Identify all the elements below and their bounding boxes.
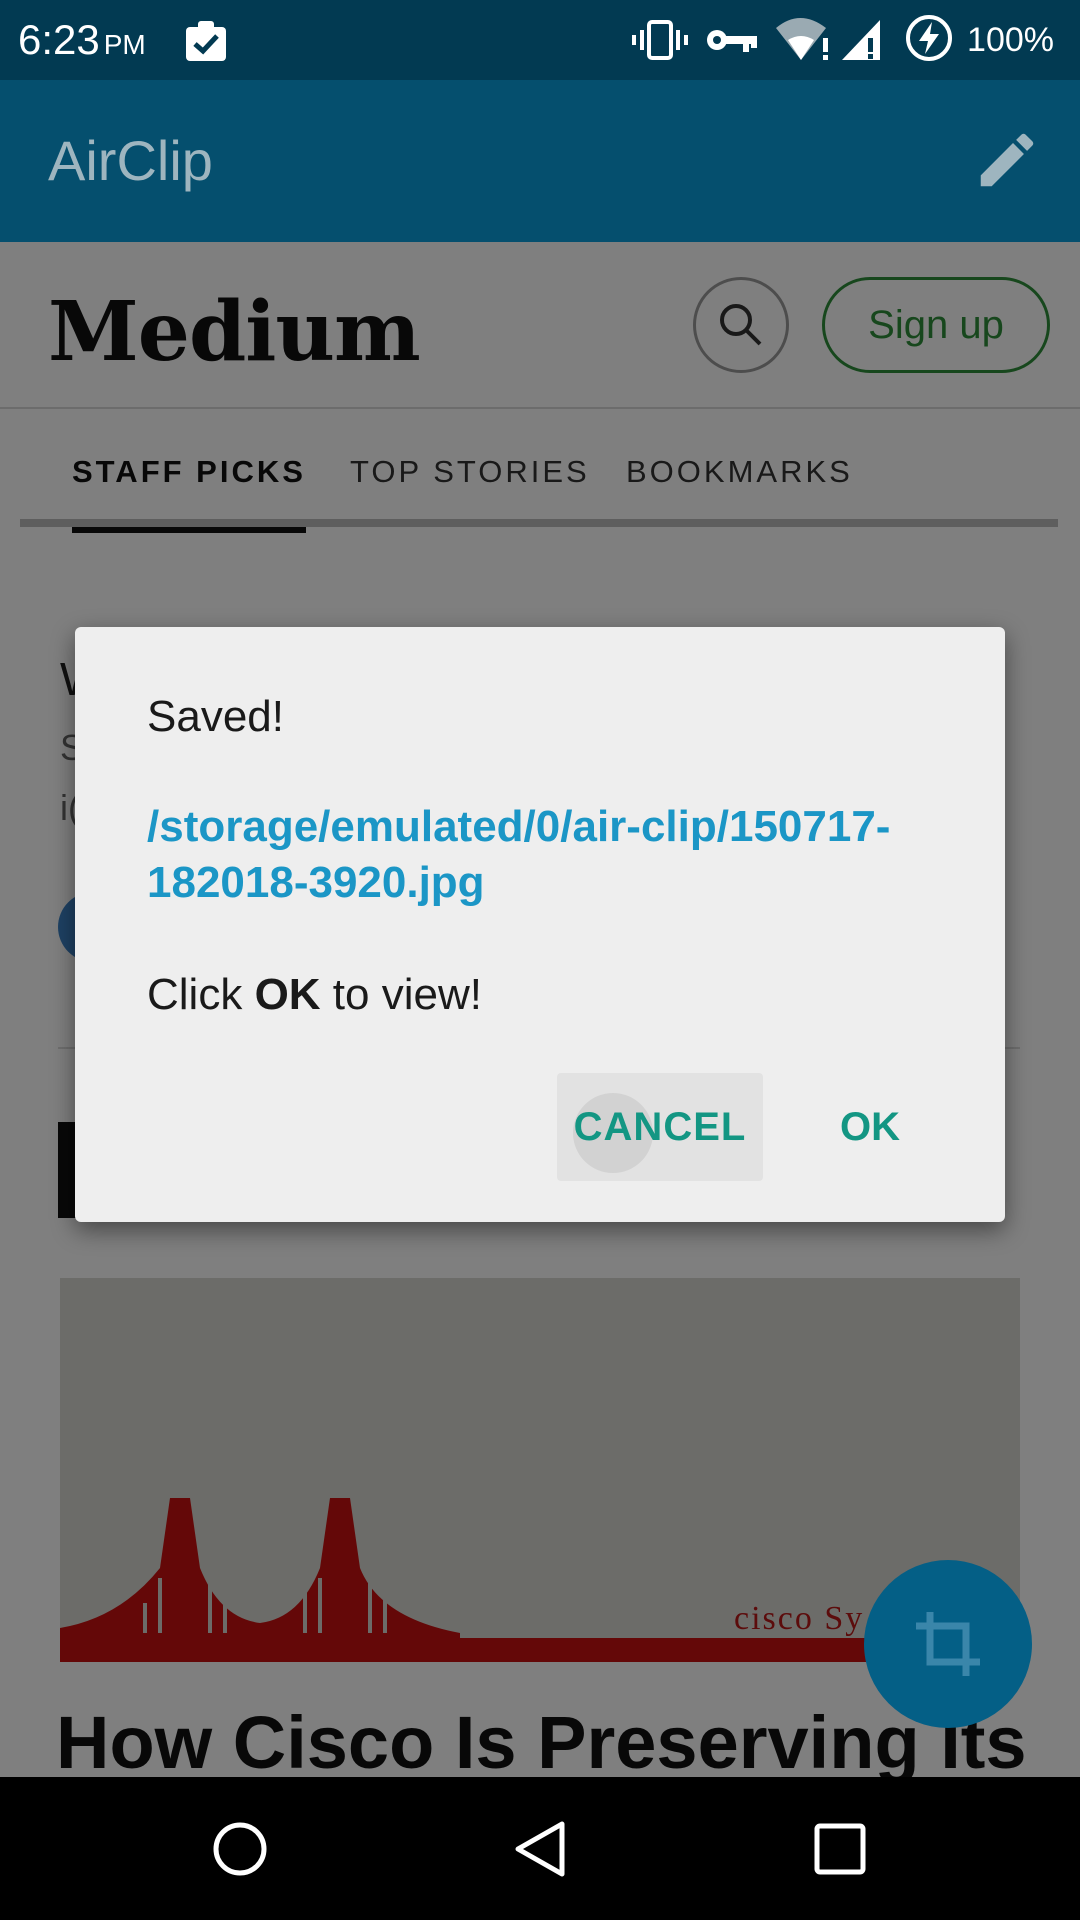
pencil-icon[interactable] [972, 125, 1042, 195]
battery-percent: 100% [967, 21, 1054, 59]
clipboard-check-icon [186, 21, 226, 61]
dialog-message-prefix: Click [147, 970, 255, 1019]
signal-alert-icon [842, 20, 880, 60]
status-bar: 6:23 PM 100% [0, 0, 1080, 80]
saved-dialog: Saved! /storage/emulated/0/air-clip/1507… [75, 627, 1005, 1222]
crop-fab[interactable] [864, 1560, 1032, 1728]
crop-icon [916, 1612, 980, 1676]
vibrate-icon [632, 20, 688, 60]
app-title: AirClip [48, 129, 213, 192]
app-bar: AirClip [0, 80, 1080, 242]
home-icon[interactable] [212, 1821, 268, 1877]
vpn-key-icon [707, 30, 757, 52]
back-icon[interactable] [512, 1819, 568, 1879]
cancel-button-label: CANCEL [573, 1105, 747, 1149]
status-time: 6:23 PM [18, 14, 146, 71]
navigation-bar [0, 1777, 1080, 1920]
cancel-button[interactable]: CANCEL [557, 1073, 763, 1181]
battery-charging-icon [906, 15, 952, 61]
recents-icon[interactable] [812, 1821, 868, 1877]
dialog-message-bold: OK [254, 970, 321, 1019]
time-ampm: PM [103, 29, 146, 60]
dialog-title: Saved! [147, 692, 284, 741]
dialog-message-suffix: to view! [320, 970, 482, 1019]
time-value: 6:23 [18, 16, 100, 63]
saved-file-path-link[interactable]: /storage/emulated/0/air-clip/150717-1820… [147, 799, 907, 911]
dialog-message: Click OK to view! [147, 967, 482, 1023]
ok-button[interactable]: OK [815, 1073, 925, 1181]
wifi-alert-icon [776, 18, 828, 60]
